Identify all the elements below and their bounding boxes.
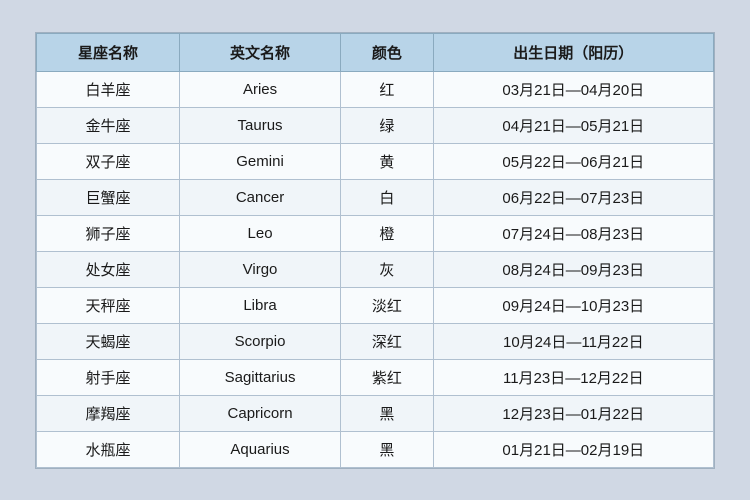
cell-dates: 03月21日—04月20日 [433, 71, 713, 107]
cell-dates: 10月24日—11月22日 [433, 323, 713, 359]
header-chinese-name: 星座名称 [37, 33, 180, 71]
cell-chinese-name: 天蝎座 [37, 323, 180, 359]
table-row: 巨蟹座Cancer白06月22日—07月23日 [37, 179, 714, 215]
cell-english-name: Virgo [179, 251, 340, 287]
cell-chinese-name: 摩羯座 [37, 395, 180, 431]
cell-color: 红 [341, 71, 433, 107]
cell-chinese-name: 射手座 [37, 359, 180, 395]
cell-english-name: Sagittarius [179, 359, 340, 395]
cell-dates: 08月24日—09月23日 [433, 251, 713, 287]
cell-english-name: Capricorn [179, 395, 340, 431]
cell-color: 黑 [341, 395, 433, 431]
table-row: 金牛座Taurus绿04月21日—05月21日 [37, 107, 714, 143]
cell-color: 淡红 [341, 287, 433, 323]
cell-chinese-name: 处女座 [37, 251, 180, 287]
header-color: 颜色 [341, 33, 433, 71]
cell-dates: 06月22日—07月23日 [433, 179, 713, 215]
cell-english-name: Libra [179, 287, 340, 323]
table-row: 处女座Virgo灰08月24日—09月23日 [37, 251, 714, 287]
table-row: 天蝎座Scorpio深红10月24日—11月22日 [37, 323, 714, 359]
cell-chinese-name: 白羊座 [37, 71, 180, 107]
table-row: 狮子座Leo橙07月24日—08月23日 [37, 215, 714, 251]
cell-dates: 11月23日—12月22日 [433, 359, 713, 395]
cell-color: 黄 [341, 143, 433, 179]
cell-english-name: Aquarius [179, 431, 340, 467]
cell-english-name: Aries [179, 71, 340, 107]
table-body: 白羊座Aries红03月21日—04月20日金牛座Taurus绿04月21日—0… [37, 71, 714, 467]
zodiac-table: 星座名称 英文名称 颜色 出生日期（阳历） 白羊座Aries红03月21日—04… [36, 33, 714, 468]
zodiac-table-container: 星座名称 英文名称 颜色 出生日期（阳历） 白羊座Aries红03月21日—04… [35, 32, 715, 469]
cell-color: 黑 [341, 431, 433, 467]
table-row: 射手座Sagittarius紫红11月23日—12月22日 [37, 359, 714, 395]
cell-english-name: Gemini [179, 143, 340, 179]
table-row: 摩羯座Capricorn黑12月23日—01月22日 [37, 395, 714, 431]
cell-chinese-name: 天秤座 [37, 287, 180, 323]
cell-dates: 12月23日—01月22日 [433, 395, 713, 431]
table-row: 水瓶座Aquarius黑01月21日—02月19日 [37, 431, 714, 467]
cell-dates: 04月21日—05月21日 [433, 107, 713, 143]
cell-english-name: Leo [179, 215, 340, 251]
cell-chinese-name: 金牛座 [37, 107, 180, 143]
cell-chinese-name: 水瓶座 [37, 431, 180, 467]
cell-dates: 01月21日—02月19日 [433, 431, 713, 467]
cell-chinese-name: 狮子座 [37, 215, 180, 251]
header-dates: 出生日期（阳历） [433, 33, 713, 71]
cell-dates: 05月22日—06月21日 [433, 143, 713, 179]
table-row: 双子座Gemini黄05月22日—06月21日 [37, 143, 714, 179]
header-english-name: 英文名称 [179, 33, 340, 71]
cell-english-name: Cancer [179, 179, 340, 215]
cell-dates: 09月24日—10月23日 [433, 287, 713, 323]
cell-chinese-name: 双子座 [37, 143, 180, 179]
cell-color: 绿 [341, 107, 433, 143]
table-row: 天秤座Libra淡红09月24日—10月23日 [37, 287, 714, 323]
cell-english-name: Taurus [179, 107, 340, 143]
cell-color: 灰 [341, 251, 433, 287]
cell-dates: 07月24日—08月23日 [433, 215, 713, 251]
cell-color: 橙 [341, 215, 433, 251]
table-row: 白羊座Aries红03月21日—04月20日 [37, 71, 714, 107]
cell-color: 白 [341, 179, 433, 215]
cell-chinese-name: 巨蟹座 [37, 179, 180, 215]
table-header-row: 星座名称 英文名称 颜色 出生日期（阳历） [37, 33, 714, 71]
cell-color: 紫红 [341, 359, 433, 395]
cell-english-name: Scorpio [179, 323, 340, 359]
cell-color: 深红 [341, 323, 433, 359]
